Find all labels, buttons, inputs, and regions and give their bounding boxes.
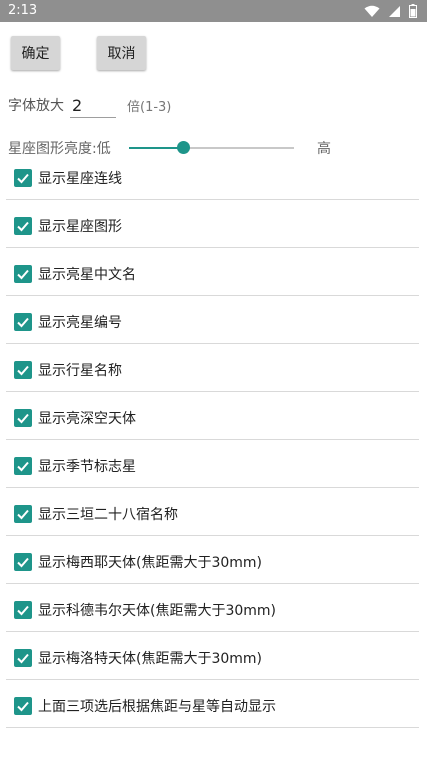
font-scale-suffix: 倍(1-3) xyxy=(127,100,172,115)
check-icon xyxy=(17,221,29,232)
option-label: 显示梅洛特天体(焦距需大于30mm) xyxy=(38,651,263,667)
checkbox[interactable] xyxy=(14,601,32,619)
wifi-icon xyxy=(364,5,380,18)
check-icon xyxy=(17,365,29,376)
checkbox[interactable] xyxy=(14,505,32,523)
option-label: 显示亮星编号 xyxy=(38,315,122,331)
checkbox[interactable] xyxy=(14,169,32,187)
option-row[interactable]: 显示亮星编号 xyxy=(6,296,419,344)
option-row[interactable]: 显示梅西耶天体(焦距需大于30mm) xyxy=(6,536,419,584)
option-row[interactable]: 显示梅洛特天体(焦距需大于30mm) xyxy=(6,632,419,680)
font-scale-input[interactable] xyxy=(70,93,116,118)
check-icon xyxy=(17,413,29,424)
option-label: 显示三垣二十八宿名称 xyxy=(38,507,178,523)
option-row[interactable]: 显示科德韦尔天体(焦距需大于30mm) xyxy=(6,584,419,632)
check-icon xyxy=(17,269,29,280)
check-icon xyxy=(17,605,29,616)
check-icon xyxy=(17,557,29,568)
option-row[interactable]: 显示行星名称 xyxy=(6,344,419,392)
check-icon xyxy=(17,461,29,472)
status-bar: 2:13 xyxy=(0,0,427,22)
checkbox[interactable] xyxy=(14,217,32,235)
font-scale-label: 字体放大 xyxy=(8,98,64,114)
option-row[interactable]: 显示三垣二十八宿名称 xyxy=(6,488,419,536)
check-icon xyxy=(17,509,29,520)
option-label: 显示季节标志星 xyxy=(38,459,136,475)
option-row[interactable]: 显示星座连线 xyxy=(6,152,419,200)
divider xyxy=(6,727,419,728)
battery-icon xyxy=(409,4,417,18)
option-label: 显示星座连线 xyxy=(38,171,122,187)
option-row[interactable]: 显示亮星中文名 xyxy=(6,248,419,296)
checkbox[interactable] xyxy=(14,649,32,667)
option-label: 显示行星名称 xyxy=(38,363,122,379)
checkbox[interactable] xyxy=(14,553,32,571)
option-label: 显示梅西耶天体(焦距需大于30mm) xyxy=(38,555,263,571)
option-row[interactable]: 上面三项选后根据焦距与星等自动显示 xyxy=(6,680,419,728)
status-time: 2:13 xyxy=(8,3,38,18)
checkbox[interactable] xyxy=(14,457,32,475)
check-icon xyxy=(17,653,29,664)
option-label: 上面三项选后根据焦距与星等自动显示 xyxy=(38,699,276,715)
option-list: 显示星座连线 显示星座图形 显示亮星中文名 显示亮星编号 显示行星名称 显示亮深空天体 显示… xyxy=(0,152,427,728)
check-icon xyxy=(17,173,29,184)
ok-button[interactable]: 确定 xyxy=(11,36,60,70)
option-label: 显示亮星中文名 xyxy=(38,267,136,283)
option-label: 显示亮深空天体 xyxy=(38,411,136,427)
option-row[interactable]: 显示亮深空天体 xyxy=(6,392,419,440)
checkbox[interactable] xyxy=(14,361,32,379)
option-label: 显示科德韦尔天体(焦距需大于30mm) xyxy=(38,603,277,619)
check-icon xyxy=(17,701,29,712)
option-label: 显示星座图形 xyxy=(38,219,122,235)
checkbox[interactable] xyxy=(14,697,32,715)
signal-icon xyxy=(388,5,401,18)
slider-track-fill xyxy=(129,147,183,149)
option-row[interactable]: 显示季节标志星 xyxy=(6,440,419,488)
cancel-button[interactable]: 取消 xyxy=(97,36,146,70)
option-row[interactable]: 显示星座图形 xyxy=(6,200,419,248)
checkbox[interactable] xyxy=(14,265,32,283)
checkbox[interactable] xyxy=(14,313,32,331)
status-icons xyxy=(364,3,417,19)
checkbox[interactable] xyxy=(14,409,32,427)
check-icon xyxy=(17,317,29,328)
